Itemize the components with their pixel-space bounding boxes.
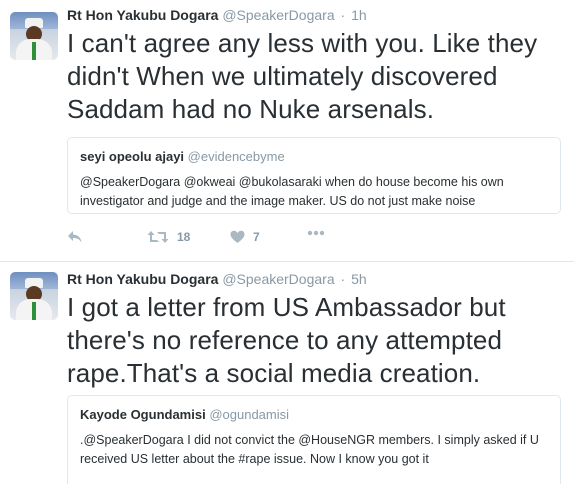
author-handle[interactable]: @SpeakerDogara [222, 7, 334, 23]
tweet-text: I got a letter from US Ambassador but th… [67, 292, 506, 388]
author-handle[interactable]: @SpeakerDogara [222, 271, 334, 287]
quoted-tweet-text: .@SpeakerDogara I did not convict the @H… [80, 433, 539, 466]
heart-icon [230, 230, 245, 243]
quoted-tweet-header: Kayode Ogundamisi @ogundamisi [80, 406, 548, 423]
quoted-tweet-text: @SpeakerDogara @okweai @bukolasaraki whe… [80, 175, 504, 208]
quoted-author-handle: @ogundamisi [209, 407, 290, 422]
avatar[interactable] [10, 272, 58, 320]
like-count: 7 [253, 230, 260, 244]
quoted-author-name: Kayode Ogundamisi [80, 407, 206, 422]
like-button[interactable]: 7 [230, 230, 260, 244]
quoted-author-name: seyi opeolu ajayi [80, 149, 185, 164]
retweet-icon [147, 231, 169, 243]
reply-button[interactable] [67, 230, 83, 244]
tweet-text: I can't agree any less with you. Like th… [67, 28, 538, 124]
tweet-actions: 18 7 [67, 230, 367, 252]
author-name[interactable]: Rt Hon Yakubu Dogara [67, 7, 218, 23]
tweet-timestamp[interactable]: 5h [351, 271, 367, 287]
tweet[interactable]: Rt Hon Yakubu Dogara @SpeakerDogara · 1h… [0, 0, 574, 262]
quoted-tweet-header: seyi opeolu ajayi @evidencebyme [80, 148, 548, 165]
avatar[interactable] [10, 12, 58, 60]
retweet-count: 18 [177, 230, 191, 244]
separator: · [340, 271, 346, 287]
more-button[interactable] [307, 230, 325, 236]
author-name[interactable]: Rt Hon Yakubu Dogara [67, 271, 218, 287]
reply-icon [68, 231, 82, 243]
tweet-header: Rt Hon Yakubu Dogara @SpeakerDogara · 5h [67, 270, 367, 288]
tweet-timestamp[interactable]: 1h [351, 7, 367, 23]
retweet-button[interactable]: 18 [147, 230, 190, 244]
quoted-author-handle: @evidencebyme [187, 149, 285, 164]
quoted-tweet[interactable]: Kayode Ogundamisi @ogundamisi .@SpeakerD… [67, 395, 561, 484]
tweet[interactable]: Rt Hon Yakubu Dogara @SpeakerDogara · 5h… [0, 262, 574, 484]
quoted-tweet[interactable]: seyi opeolu ajayi @evidencebyme @Speaker… [67, 137, 561, 214]
tweet-header: Rt Hon Yakubu Dogara @SpeakerDogara · 1h [67, 6, 367, 24]
separator: · [340, 7, 346, 23]
more-icon [307, 230, 325, 236]
